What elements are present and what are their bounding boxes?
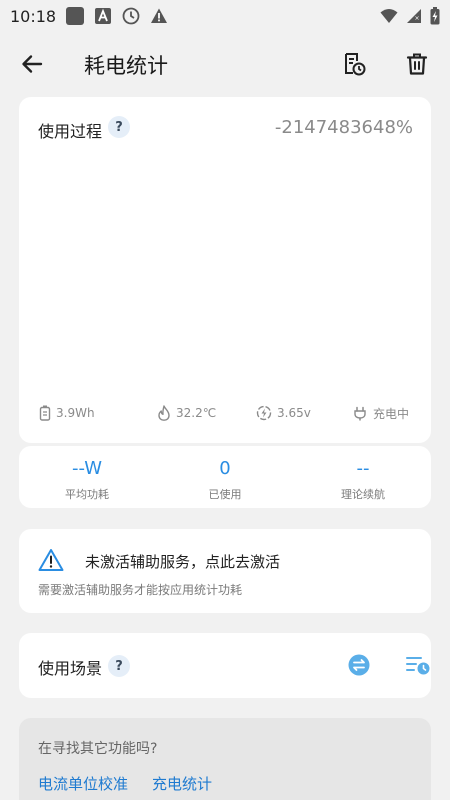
scene-help-button[interactable]: ? [108,655,130,677]
endurance-label: 理论续航 [341,488,385,501]
flame-icon [158,405,170,421]
status-time: 10:18 [10,6,57,26]
voltage-icon [256,405,272,421]
history-button[interactable] [340,50,368,78]
temperature-value: 32.2℃ [176,406,217,420]
battery-charging-icon [430,7,440,25]
warning-icon [151,8,168,23]
used-label: 已使用 [208,488,242,501]
voltage-metric: 3.65v [256,405,311,421]
usage-process-title: 使用过程 [38,122,103,141]
more-features-title: 在寻找其它功能吗? [38,741,158,757]
charging-state-value: 充电中 [373,407,410,421]
swap-icon[interactable] [348,654,370,676]
status-bar: 10:18 × [0,0,450,32]
wifi-icon [380,9,398,23]
notification-square-icon [66,7,85,25]
usage-process-card: 使用过程 ? -2147483648% 3.9Wh 32.2℃ 3.65v 充电… [19,97,431,443]
current-unit-calibration-link[interactable]: 电流单位校准 [38,773,128,794]
warning-triangle-icon [38,549,64,571]
endurance-stat: -- 理论续航 [303,458,423,502]
used-value: 0 [219,458,231,479]
capacity-metric: 3.9Wh [39,405,95,421]
avg-power-stat: --W 平均功耗 [27,458,147,502]
clock-icon [122,7,140,25]
activate-service-card[interactable]: 未激活辅助服务，点此去激活 需要激活辅助服务才能按应用统计功耗 [19,529,431,613]
more-features-links: 电流单位校准 充电统计 [38,773,212,794]
list-history-icon[interactable] [405,654,431,676]
page-title: 耗电统计 [84,54,168,78]
cellular-signal-icon: × [407,9,421,23]
capacity-value: 3.9Wh [56,406,95,420]
svg-text:×: × [415,15,420,22]
battery-capacity-icon [39,405,51,421]
usage-help-button[interactable]: ? [108,116,130,138]
history-icon [345,53,366,76]
usage-metrics: 3.9Wh 32.2℃ 3.65v 充电中 [39,405,419,427]
activate-service-title: 未激活辅助服务，点此去激活 [85,553,281,571]
voltage-value: 3.65v [277,406,311,420]
plug-icon [354,406,366,420]
activate-service-description: 需要激活辅助服务才能按应用统计功耗 [38,583,243,597]
avg-power-label: 平均功耗 [65,488,109,501]
usage-scene-title: 使用场景 [38,659,103,678]
status-icons-right: × [380,7,440,25]
charging-state-metric: 充电中 [352,405,409,422]
usage-scene-card: 使用场景 ? [19,633,431,698]
back-button[interactable] [18,50,46,78]
stats-card: --W 平均功耗 0 已使用 -- 理论续航 [19,446,431,508]
font-a-icon [95,8,112,24]
status-icons-left [66,7,168,25]
more-features-card: 在寻找其它功能吗? 电流单位校准 充电统计 [19,718,431,800]
delete-button[interactable] [403,50,431,78]
arrow-left-icon [22,55,43,73]
temperature-metric: 32.2℃ [157,405,216,421]
app-bar: 耗电统计 [0,32,450,96]
endurance-value: -- [356,458,370,479]
used-stat: 0 已使用 [165,458,285,502]
delete-icon [406,53,428,75]
usage-percent: -2147483648% [274,117,413,138]
avg-power-value: --W [71,458,103,479]
charging-stats-link[interactable]: 充电统计 [152,773,212,794]
